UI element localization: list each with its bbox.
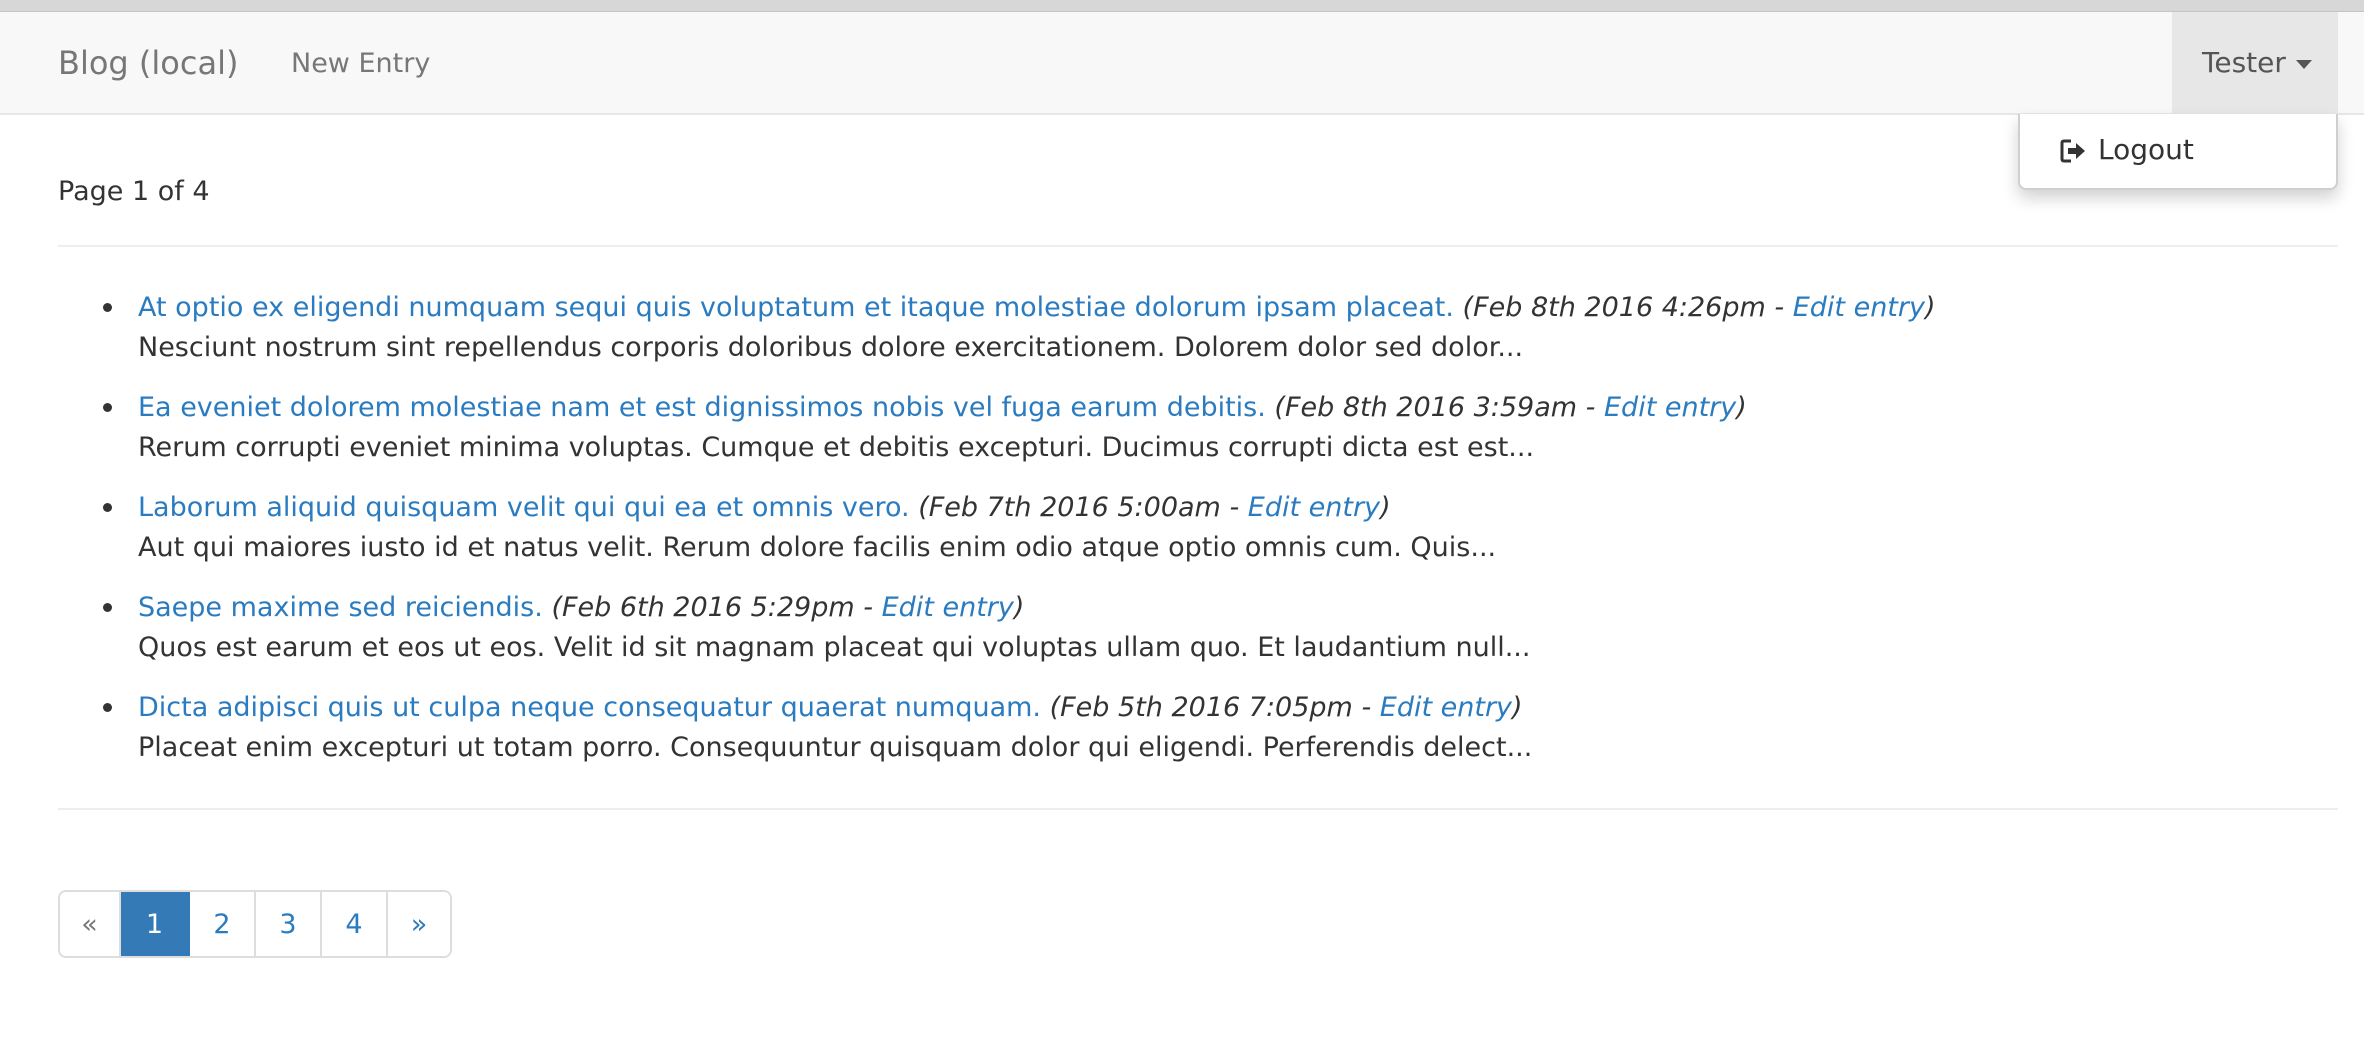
entry-date: Feb 5th 2016 7:05pm <box>1060 692 1353 723</box>
entry-excerpt: Aut qui maiores iusto id et natus velit.… <box>138 532 1497 563</box>
pagination-page-3[interactable]: 3 <box>256 892 322 956</box>
entry-excerpt: Quos est earum et eos ut eos. Velit id s… <box>138 632 1531 663</box>
edit-entry-link[interactable]: Edit entry <box>1793 292 1925 323</box>
entry-date: Feb 8th 2016 3:59am <box>1284 392 1578 423</box>
entry-list: At optio ex eligendi numquam sequi quis … <box>58 288 2258 788</box>
entry-meta: (Feb 8th 2016 3:59am - Edit entry) <box>1274 392 1747 423</box>
list-item: Ea eveniet dolorem molestiae nam et est … <box>58 388 2258 488</box>
edit-entry-link[interactable]: Edit entry <box>882 592 1014 623</box>
entry-meta: (Feb 6th 2016 5:29pm - Edit entry) <box>551 592 1025 623</box>
edit-entry-link[interactable]: Edit entry <box>1380 692 1512 723</box>
bullet-icon <box>103 503 112 512</box>
list-item: Dicta adipisci quis ut culpa neque conse… <box>58 688 2258 788</box>
entry-title-link[interactable]: Laborum aliquid quisquam velit qui qui e… <box>138 492 910 523</box>
list-item: Saepe maxime sed reiciendis. (Feb 6th 20… <box>58 588 2258 688</box>
bullet-icon <box>103 703 112 712</box>
pagination-page-2[interactable]: 2 <box>190 892 256 956</box>
divider-top <box>58 245 2338 247</box>
entry-date: Feb 8th 2016 4:26pm <box>1473 292 1766 323</box>
pagination-page-1[interactable]: 1 <box>121 892 190 956</box>
logout-label: Logout <box>2098 133 2194 166</box>
divider-bottom <box>58 808 2338 810</box>
pagination: « 1 2 3 4 » <box>58 890 452 958</box>
bullet-icon <box>103 303 112 312</box>
pagination-prev[interactable]: « <box>60 892 121 956</box>
list-item: Laborum aliquid quisquam velit qui qui e… <box>58 488 2258 588</box>
entry-title-link[interactable]: At optio ex eligendi numquam sequi quis … <box>138 292 1454 323</box>
edit-entry-link[interactable]: Edit entry <box>1248 492 1380 523</box>
pagination-page-4[interactable]: 4 <box>322 892 388 956</box>
browser-top-strip <box>0 0 2364 12</box>
entry-title-link[interactable]: Ea eveniet dolorem molestiae nam et est … <box>138 392 1266 423</box>
entry-title-link[interactable]: Dicta adipisci quis ut culpa neque conse… <box>138 692 1041 723</box>
logout-icon <box>2060 139 2085 163</box>
entry-date: Feb 6th 2016 5:29pm <box>561 592 855 623</box>
brand-link[interactable]: Blog (local) <box>58 43 238 83</box>
entry-meta: (Feb 8th 2016 4:26pm - Edit entry) <box>1462 292 1936 323</box>
navbar: Blog (local) New Entry Tester <box>0 12 2364 115</box>
entry-date: Feb 7th 2016 5:00am <box>928 492 1221 523</box>
entry-meta: (Feb 5th 2016 7:05pm - Edit entry) <box>1049 692 1523 723</box>
entry-meta: (Feb 7th 2016 5:00am - Edit entry) <box>918 492 1391 523</box>
bullet-icon <box>103 403 112 412</box>
new-entry-link[interactable]: New Entry <box>291 47 430 81</box>
entry-excerpt: Nesciunt nostrum sint repellendus corpor… <box>138 332 1524 363</box>
bullet-icon <box>103 603 112 612</box>
pagination-next[interactable]: » <box>388 892 450 956</box>
user-name: Tester <box>2202 46 2286 79</box>
logout-menu-item[interactable]: Logout <box>2020 114 2336 186</box>
entry-excerpt: Rerum corrupti eveniet minima voluptas. … <box>138 432 1535 463</box>
caret-down-icon <box>2296 60 2312 69</box>
user-dropdown-menu: Logout <box>2018 114 2338 190</box>
entry-excerpt: Placeat enim excepturi ut totam porro. C… <box>138 732 1533 763</box>
user-menu-toggle[interactable]: Tester <box>2172 12 2338 113</box>
entry-title-link[interactable]: Saepe maxime sed reiciendis. <box>138 592 543 623</box>
list-item: At optio ex eligendi numquam sequi quis … <box>58 288 2258 388</box>
edit-entry-link[interactable]: Edit entry <box>1604 392 1736 423</box>
page-info: Page 1 of 4 <box>58 176 210 207</box>
